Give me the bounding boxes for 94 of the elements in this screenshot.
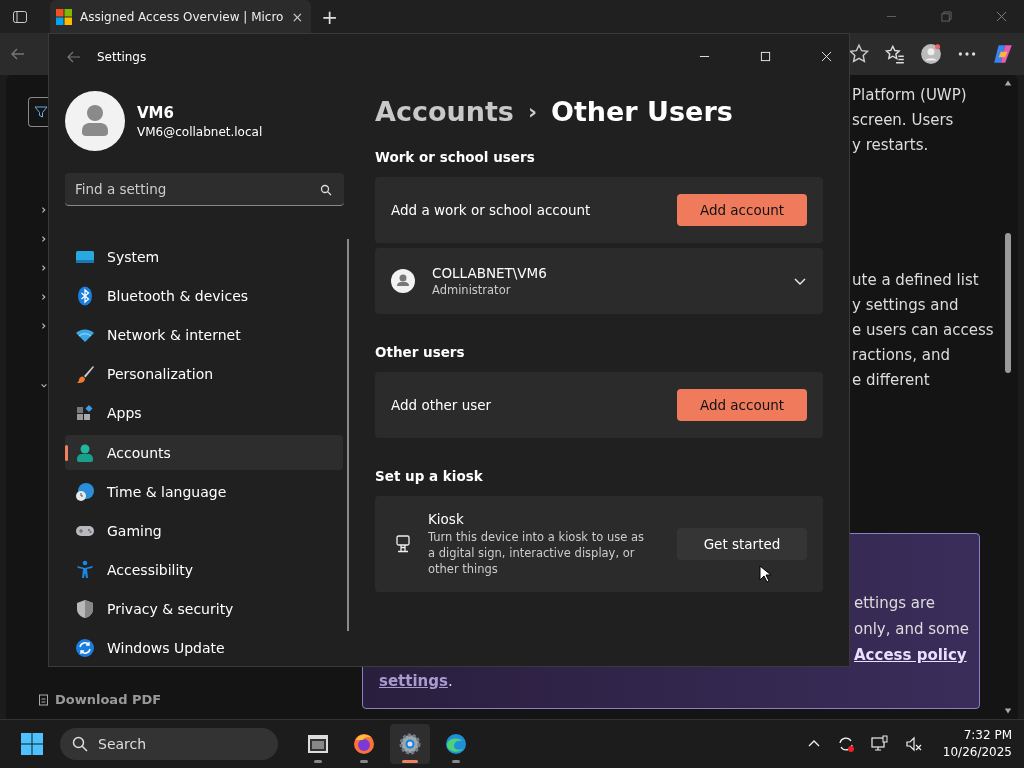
- mute-icon[interactable]: [904, 735, 923, 753]
- section-heading: Work or school users: [375, 149, 536, 165]
- favorites-icon[interactable]: [884, 43, 906, 65]
- add-account-button[interactable]: Add account: [677, 389, 807, 421]
- nav-item[interactable]: Personalization: [65, 356, 343, 392]
- edge-icon: [444, 732, 468, 756]
- nav-item[interactable]: Time & language: [65, 474, 343, 510]
- article-text: e different: [852, 370, 931, 391]
- kiosk-icon: [395, 535, 411, 553]
- taskbar-clock[interactable]: 7:32 PM 10/26/2025: [942, 727, 1012, 761]
- globe-clock-icon: [75, 481, 95, 502]
- article-text: ractions, and: [852, 345, 951, 366]
- chevron-icon[interactable]: [40, 322, 48, 330]
- new-tab-button[interactable]: +: [321, 6, 338, 27]
- tab-title: Assigned Access Overview | Micro: [80, 9, 284, 24]
- account-role: Administrator: [432, 283, 512, 297]
- article-text: y restarts.: [852, 135, 930, 156]
- setting-description: Turn this device into a kiosk to use as a digital sign, interactive display, or other things: [428, 529, 645, 577]
- nav-item[interactable]: Bluetooth & devices: [65, 278, 343, 314]
- nav-item[interactable]: Network & internet: [65, 317, 343, 353]
- search-field[interactable]: Find a setting: [65, 173, 344, 206]
- policy-link[interactable]: Access policy: [854, 642, 967, 668]
- network-icon[interactable]: [870, 735, 889, 753]
- chevron-icon[interactable]: [40, 206, 48, 214]
- settings-link[interactable]: settings: [379, 668, 448, 694]
- user-card[interactable]: COLLABNET\VM6 Administrator: [375, 248, 823, 314]
- maximize-icon[interactable]: [760, 51, 771, 62]
- filter-icon: [34, 105, 48, 119]
- scrollbar[interactable]: [347, 239, 349, 631]
- article-text: e users can access: [852, 320, 995, 341]
- nav-item[interactable]: Accounts: [65, 434, 343, 471]
- paintbrush-icon: [75, 364, 95, 385]
- user-email: VM6@collabnet.local: [137, 124, 263, 139]
- taskbar-app[interactable]: [390, 724, 430, 764]
- scroll-down-icon[interactable]: [1004, 707, 1012, 715]
- section-heading: Set up a kiosk: [375, 468, 484, 484]
- person-icon: [75, 442, 95, 463]
- article-text: y settings and: [852, 295, 960, 316]
- article-text: ute a defined list: [852, 270, 980, 291]
- chevron-icon[interactable]: [40, 293, 48, 301]
- setting-label: Kiosk: [428, 511, 465, 527]
- shield-icon: [75, 599, 95, 620]
- nav-item[interactable]: Windows Update: [65, 630, 343, 667]
- account-name: COLLABNET\VM6: [432, 265, 548, 281]
- browser-tab[interactable]: Assigned Access Overview | Micro ×: [50, 0, 312, 33]
- get-started-button[interactable]: Get started: [677, 528, 807, 560]
- note-text: only, and some: [854, 619, 971, 640]
- download-pdf-link[interactable]: Download PDF: [38, 692, 336, 707]
- windows-logo-icon: [56, 8, 72, 25]
- firefox-icon: [352, 732, 376, 756]
- user-avatar-icon: [391, 269, 415, 293]
- nav-item[interactable]: Accessibility: [65, 552, 343, 588]
- search-icon: [72, 736, 88, 752]
- section-heading: Other users: [375, 344, 466, 360]
- breadcrumb-separator: ›: [527, 98, 537, 124]
- page-title: Other Users: [550, 95, 733, 127]
- nav-item[interactable]: System: [65, 239, 343, 275]
- accessibility-icon: [75, 560, 95, 581]
- search-icon: [320, 184, 332, 196]
- note-text: ettings are: [854, 593, 937, 614]
- mouse-cursor-icon: [759, 565, 771, 583]
- nav-item[interactable]: Privacy & security: [65, 591, 343, 627]
- user-name: VM6: [137, 103, 175, 122]
- sync-icon: [75, 638, 95, 659]
- scroll-up-icon[interactable]: [1004, 79, 1012, 87]
- chevron-icon[interactable]: [40, 264, 48, 272]
- tab-actions-icon[interactable]: [12, 8, 28, 25]
- chevron-icon[interactable]: [40, 235, 48, 243]
- window-title: Settings: [97, 49, 147, 64]
- copilot-icon[interactable]: [992, 43, 1014, 65]
- gear-icon: [398, 732, 422, 756]
- avatar-icon: [65, 91, 125, 151]
- chevron-icon[interactable]: [40, 382, 48, 390]
- setting-label: Add other user: [391, 397, 493, 413]
- scrollbar-thumb[interactable]: [1005, 233, 1011, 373]
- start-icon[interactable]: [20, 732, 44, 756]
- bluetooth-icon: [75, 285, 95, 306]
- app-window-icon: [306, 732, 330, 756]
- breadcrumb-link[interactable]: Accounts: [375, 95, 514, 127]
- article-text: Platform (UWP): [852, 85, 968, 106]
- profile-avatar-icon[interactable]: [920, 43, 942, 65]
- back-arrow-icon[interactable]: [67, 49, 81, 64]
- add-account-button[interactable]: Add account: [677, 194, 807, 226]
- document-icon: [38, 693, 50, 706]
- nav-item[interactable]: Gaming: [65, 513, 343, 549]
- sync-error-icon[interactable]: [836, 735, 855, 753]
- taskbar-search[interactable]: Search: [60, 728, 278, 760]
- favorite-star-icon[interactable]: [848, 43, 870, 65]
- article-text: screen. Users: [852, 110, 955, 131]
- close-tab-button[interactable]: ×: [291, 8, 304, 25]
- nav-item[interactable]: Apps: [65, 395, 343, 431]
- setting-label: Add a work or school account: [391, 202, 592, 218]
- back-arrow-icon[interactable]: [10, 46, 26, 62]
- period-text: .: [447, 671, 453, 692]
